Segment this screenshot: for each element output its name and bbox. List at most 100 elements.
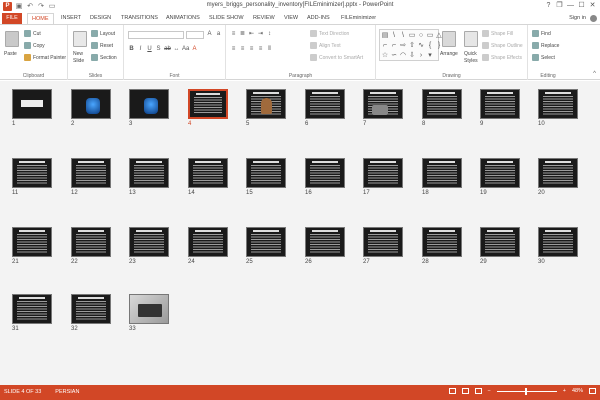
grow-font-icon[interactable]: A [206,31,213,38]
text-direction-button[interactable]: Text Direction [310,30,349,37]
slide-preview[interactable] [538,89,578,119]
slide-thumbnail[interactable]: 2 [71,89,111,129]
slide-thumbnail[interactable]: 28 [422,227,462,267]
increase-indent-icon[interactable]: ⇥ [257,31,264,38]
more-shapes-icon[interactable]: ▾ [426,51,434,60]
slide-thumbnail[interactable]: 18 [422,158,462,198]
slide-thumbnail[interactable]: 27 [363,227,403,267]
chevron-shape-icon[interactable]: › [417,51,425,60]
slide-thumbnail[interactable]: 15 [246,158,286,198]
slide-thumbnail[interactable]: 5 [246,89,286,129]
shadow-icon[interactable]: S [155,46,162,53]
reading-view-icon[interactable] [474,388,482,394]
slide-preview[interactable] [305,158,345,188]
slide-thumbnail[interactable]: 6 [305,89,345,129]
slide-preview[interactable] [480,227,520,257]
bold-icon[interactable]: B [128,46,135,53]
slide-thumbnail[interactable]: 3 [129,89,169,129]
arrange-button[interactable]: Arrange [440,51,458,57]
tab-add-ins[interactable]: ADD-INS [307,13,330,24]
slide-preview[interactable] [188,227,228,257]
slide-thumbnail[interactable]: 13 [129,158,169,198]
slide-preview[interactable] [305,89,345,119]
paste-button[interactable]: Paste [4,51,17,57]
select-button[interactable]: Select [532,54,555,61]
slide-thumbnail[interactable]: 23 [129,227,169,267]
zoom-in-icon[interactable]: + [563,388,566,394]
slide-thumbnail[interactable]: 14 [188,158,228,198]
arrow-shape-icon[interactable]: ⇧ [408,41,416,50]
account-icon[interactable] [590,15,597,22]
quick-styles-label-2[interactable]: Styles [464,58,478,64]
copy-button[interactable]: Copy [24,42,45,49]
slide-preview[interactable] [246,158,286,188]
line-shape-icon[interactable]: \ [390,31,398,40]
rectangle-shape-icon[interactable]: ▭ [408,31,416,40]
bullets-icon[interactable]: ≡ [230,31,237,38]
font-size-input[interactable] [186,31,204,39]
quick-styles-label[interactable]: Quick [464,51,477,57]
font-color-icon[interactable]: A [191,46,198,53]
slide-preview[interactable] [246,89,286,119]
layout-button[interactable]: Layout [91,30,115,37]
align-center-icon[interactable]: ≡ [239,46,246,53]
slide-preview[interactable] [363,89,403,119]
slide-preview[interactable] [71,294,111,324]
new-slide-icon[interactable] [73,31,87,47]
tab-animations[interactable]: ANIMATIONS [166,13,200,24]
slide-thumbnail[interactable]: 20 [538,158,578,198]
slide-preview[interactable] [422,158,462,188]
paste-icon[interactable] [5,31,19,47]
scribble-shape-icon[interactable]: ∽ [390,51,398,60]
slide-thumbnail[interactable]: 4 [188,89,228,129]
slide-thumbnail[interactable]: 12 [71,158,111,198]
slide-thumbnail[interactable]: 32 [71,294,111,334]
slide-preview[interactable] [480,158,520,188]
zoom-slider[interactable] [496,387,557,395]
slide-thumbnail[interactable]: 8 [422,89,462,129]
slide-thumbnail[interactable]: 11 [12,158,52,198]
font-name-input[interactable] [128,31,184,39]
arrow-shape-icon[interactable]: ⇨ [399,41,407,50]
quick-styles-icon[interactable] [464,31,478,47]
slide-thumbnail[interactable]: 19 [480,158,520,198]
shrink-font-icon[interactable]: a [215,31,222,38]
slide-thumbnail[interactable]: 9 [480,89,520,129]
slide-thumbnail[interactable]: 29 [480,227,520,267]
slide-thumbnail[interactable]: 7 [363,89,403,129]
tab-slide-show[interactable]: SLIDE SHOW [209,13,244,24]
slide-thumbnail[interactable]: 10 [538,89,578,129]
slide-thumbnail[interactable]: 22 [71,227,111,267]
oval-shape-icon[interactable]: ○ [417,31,425,40]
slide-thumbnail[interactable]: 17 [363,158,403,198]
zoom-slider-thumb[interactable] [524,387,527,395]
slide-preview[interactable] [12,227,52,257]
slide-preview[interactable] [129,158,169,188]
sign-in-link[interactable]: Sign in [569,13,586,24]
slide-thumbnail[interactable]: 33 [129,294,169,334]
curve-shape-icon[interactable]: ∿ [417,41,425,50]
slide-preview[interactable] [12,89,52,119]
tab-transitions[interactable]: TRANSITIONS [121,13,158,24]
cut-button[interactable]: Cut [24,30,41,37]
convert-smartart-button[interactable]: Convert to SmartArt [310,54,363,61]
zoom-level[interactable]: 48% [572,388,583,394]
strikethrough-icon[interactable]: ab [164,46,171,53]
slide-preview[interactable] [538,158,578,188]
justify-icon[interactable]: ≡ [257,46,264,53]
brace-shape-icon[interactable]: { [426,41,434,50]
slide-thumbnail[interactable]: 30 [538,227,578,267]
slide-preview[interactable] [12,294,52,324]
align-left-icon[interactable]: ≡ [230,46,237,53]
slide-thumbnail[interactable]: 21 [12,227,52,267]
tab-review[interactable]: REVIEW [253,13,275,24]
text-box-shape-icon[interactable]: ▤ [381,31,389,40]
change-case-icon[interactable]: Aa [182,46,189,53]
underline-icon[interactable]: U [146,46,153,53]
new-slide-label-2[interactable]: Slide [73,58,84,64]
language-indicator[interactable]: PERSIAN [55,389,79,395]
tab-view[interactable]: VIEW [284,13,298,24]
slide-thumbnail[interactable]: 24 [188,227,228,267]
section-button[interactable]: Section [91,54,117,61]
reset-button[interactable]: Reset [91,42,113,49]
